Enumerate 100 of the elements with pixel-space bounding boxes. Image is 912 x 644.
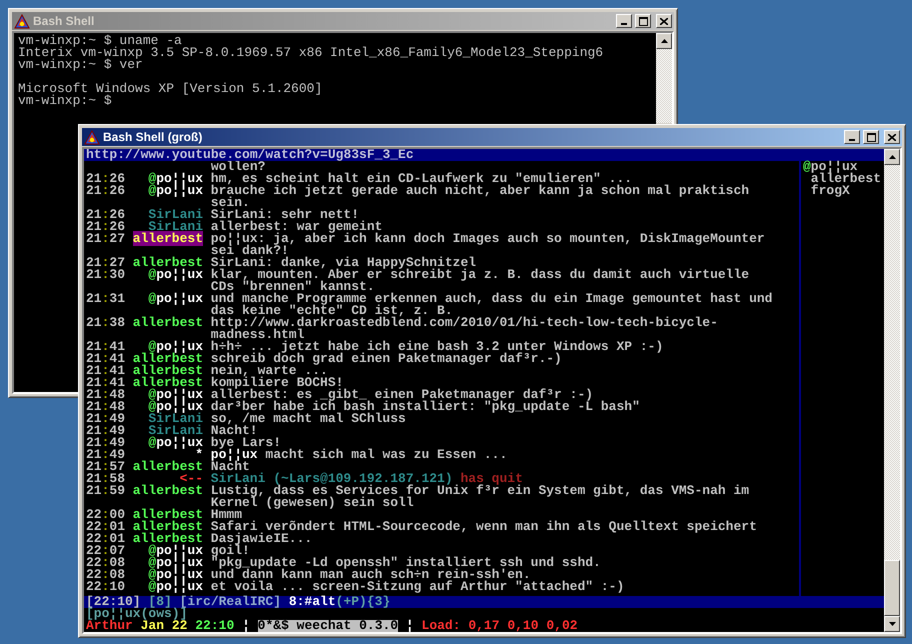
nick: allerbest <box>132 483 204 498</box>
up-arrow-icon <box>660 39 668 43</box>
status-window-number: [8] <box>148 596 172 608</box>
maximize-icon <box>638 16 648 26</box>
message-text: macht sich mal was zu Essen ... <box>265 447 508 462</box>
message-text: Nacht <box>210 461 250 473</box>
down-arrow-icon <box>888 622 896 626</box>
timestamp: 22:08 <box>86 557 125 569</box>
nick: @po¦¦ux <box>148 183 203 198</box>
message-text: allerbest: war gemeint <box>210 221 382 233</box>
timestamp: 21:41 <box>86 341 125 353</box>
timestamp: 21:48 <box>86 401 125 413</box>
terminal-line: vm-winxp:~ $ <box>17 95 113 107</box>
timestamp: 21:27 <box>86 233 125 245</box>
screen-time: 22:10 <box>195 618 234 632</box>
minimize-button[interactable] <box>844 130 860 144</box>
nick: allerbest <box>132 375 204 390</box>
quit-text: has quit <box>460 471 523 486</box>
maximize-icon <box>866 132 876 142</box>
maximize-button[interactable] <box>863 130 879 144</box>
timestamp: 21:49 <box>86 413 125 425</box>
timestamp: 21:59 <box>86 485 125 497</box>
app-triangle-icon <box>84 130 100 144</box>
scroll-down-button[interactable] <box>884 616 900 632</box>
timestamp: 21:41 <box>86 377 125 389</box>
scroll-up-button[interactable] <box>656 33 672 49</box>
message-text: "pkg_update -Ld openssh" installiert ssh und sshd. <box>210 557 602 569</box>
timestamp: 21:26 <box>86 209 125 221</box>
nick: allerbest <box>132 507 204 522</box>
nick: allerbest <box>132 231 204 246</box>
timestamp: 21:26 <box>86 221 125 233</box>
message-text: Hmmm <box>210 509 242 521</box>
scroll-up-button[interactable] <box>884 149 900 165</box>
timestamp: 21:30 <box>86 269 125 281</box>
nick: @po¦¦ux <box>148 339 203 354</box>
timestamp: 22:08 <box>86 569 125 581</box>
status-channel: 8:#alt <box>288 594 336 609</box>
close-button[interactable] <box>656 14 672 28</box>
terminal-line: Microsoft Windows XP [Version 5.1.2600] <box>17 83 324 95</box>
timestamp: 22:10 <box>86 581 125 593</box>
nick: @po¦¦ux <box>148 435 203 450</box>
message-text: und manche Programme erkennen auch, dass du ein Image gemountet hast und das keine "echte" CD ist, z. B. <box>210 293 772 317</box>
status-time: [22:10] <box>86 596 141 608</box>
nick: @po¦¦ux <box>148 579 203 594</box>
timestamp: 21:27 <box>86 257 125 269</box>
nick: @po¦¦ux <box>148 567 203 582</box>
message-text: brauche ich jetzt gerade auch nicht, aber kann ja schon mal praktisch sein. <box>210 185 750 209</box>
nick-list-item[interactable]: po¦¦ux <box>810 161 858 173</box>
nick-list-item[interactable]: allerbest <box>810 173 882 185</box>
nick: @po¦¦ux <box>148 291 203 306</box>
message-text: und dann kann man auch sch÷n rein-ssh'en. <box>210 569 531 581</box>
timestamp: 21:58 <box>86 473 125 485</box>
nick: allerbest <box>132 351 204 366</box>
scrollbar[interactable] <box>656 33 672 123</box>
minimize-button[interactable] <box>616 14 632 28</box>
timestamp: 22:00 <box>86 509 125 521</box>
separator-text: ¦ <box>242 620 250 632</box>
screen-window-list: 0*&$ weechat 0.3.0 <box>258 620 398 632</box>
message-text: h÷h÷ ... jetzt habe ich eine bash 3.2 unter Windows XP :-) <box>210 341 664 353</box>
timestamp: 22:01 <box>86 533 125 545</box>
timestamp: 21:26 <box>86 185 125 197</box>
timestamp: 21:38 <box>86 317 125 329</box>
maximize-button[interactable] <box>635 14 651 28</box>
nick: @po¦¦ux <box>148 387 203 402</box>
timestamp: 21:31 <box>86 293 125 305</box>
timestamp: 21:49 <box>86 449 125 461</box>
action-marker: * <box>195 447 203 462</box>
timestamp: 22:07 <box>86 545 125 557</box>
timestamp: 21:49 <box>86 437 125 449</box>
timestamp: 21:41 <box>86 365 125 377</box>
status-modes: (+P){3} <box>336 594 390 609</box>
nick-list-item[interactable]: frogX <box>810 185 850 197</box>
screen-host: Arthur <box>86 618 133 632</box>
scrollbar[interactable] <box>884 149 900 632</box>
window-title: Bash Shell (groß) <box>103 130 204 144</box>
op-prefix: @ <box>803 159 811 174</box>
message-text: hm, es scheint halt ein CD-Laufwerk zu "emulieren" ... <box>210 173 632 185</box>
message-text: klar, mounten. Aber er schreibt ja z. B. dass du damit auch virtuelle CDs "brennen" kannst. <box>210 269 750 293</box>
scrollbar-thumb[interactable] <box>884 560 900 616</box>
window-title: Bash Shell <box>33 14 96 28</box>
message-text: et voila ... screen-Sitzung auf Arthur "attached" :-) <box>210 581 626 593</box>
terminal-line: vm-winxp:~ $ ver <box>17 59 144 71</box>
close-button[interactable] <box>884 130 900 144</box>
close-icon <box>888 134 896 140</box>
timestamp: 21:57 <box>86 461 125 473</box>
load-average: Load: 0,17 0,10 0,02 <box>422 620 578 632</box>
app-triangle-icon <box>14 14 30 28</box>
nick: @po¦¦ux <box>148 267 203 282</box>
nick: SirLani <box>148 423 203 438</box>
message-text: allerbest: es _gibt_ einen Paketmanager daf³r :-) <box>210 389 594 401</box>
nick: SirLani <box>148 207 203 222</box>
message-text: nein, warte ... <box>210 365 328 377</box>
timestamp: 21:48 <box>86 389 125 401</box>
nick: SirLani <box>210 471 266 486</box>
timestamp: 22:01 <box>86 521 125 533</box>
separator-text: ¦ <box>406 620 414 632</box>
message-text: SirLani: sehr nett! <box>210 209 360 221</box>
message-text: goil! <box>210 545 250 557</box>
input-prompt[interactable]: [po¦¦ux(ows)] <box>86 608 188 620</box>
up-arrow-icon <box>888 155 896 159</box>
